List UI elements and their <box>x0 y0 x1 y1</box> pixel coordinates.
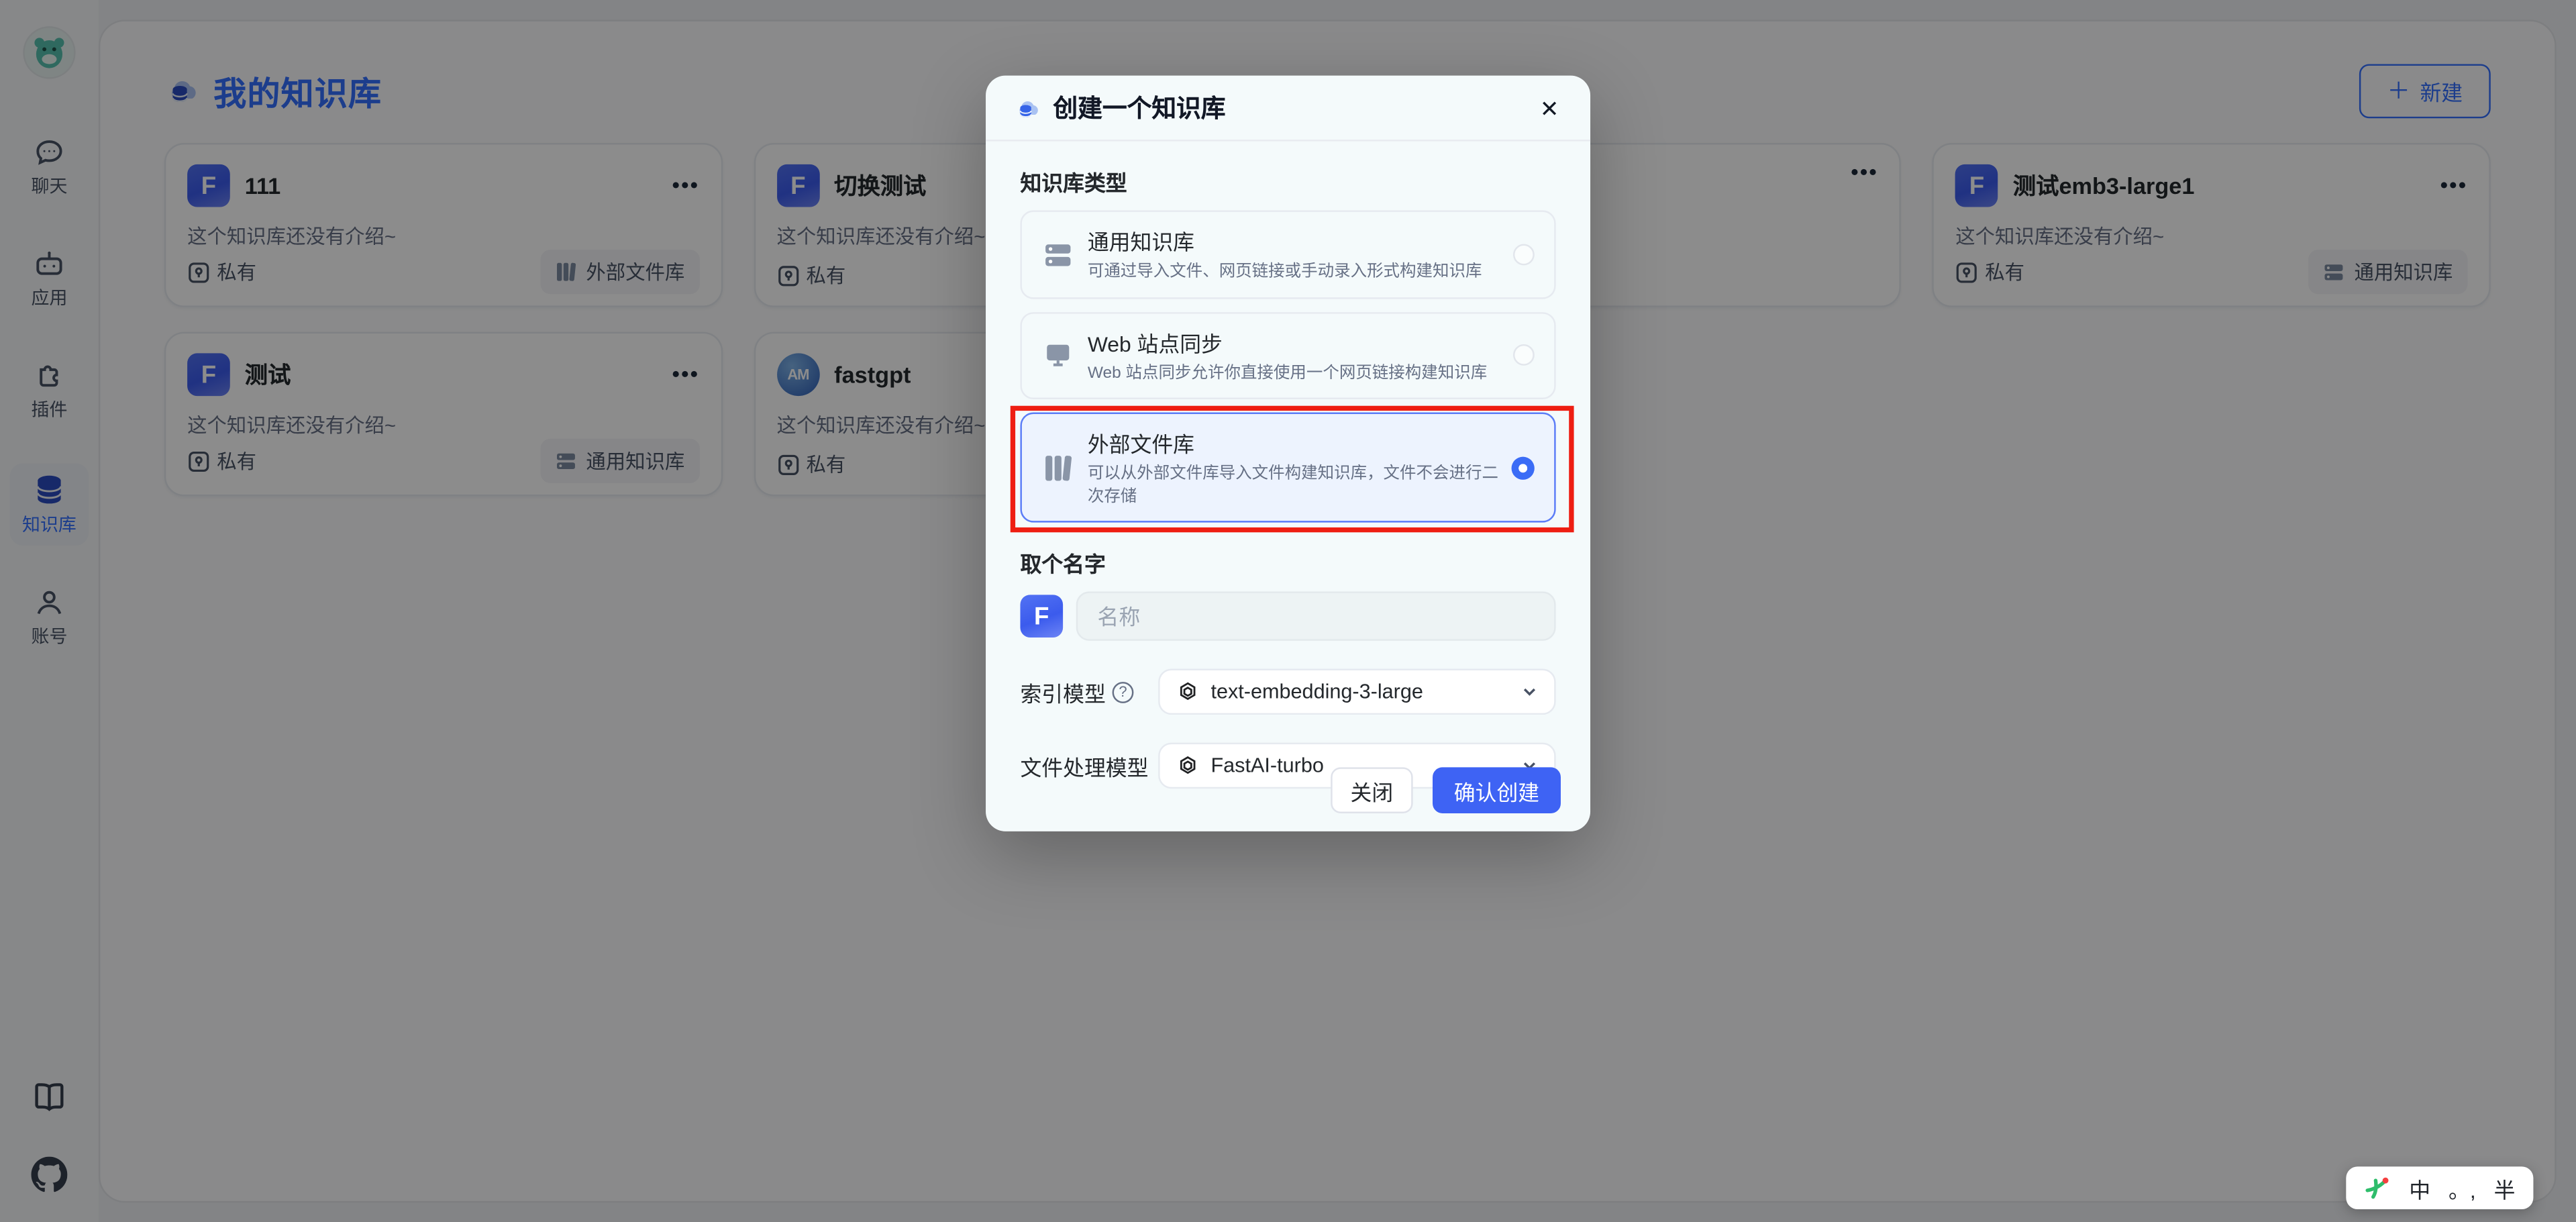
ime-punct-mode: 。, <box>2449 1172 2476 1204</box>
modal-footer: 关闭 确认创建 <box>986 767 1590 813</box>
option-title: Web 站点同步 <box>1088 326 1487 358</box>
radio-selected[interactable] <box>1512 456 1535 478</box>
columns-icon <box>1043 453 1076 482</box>
index-model-label: 索引模型 ? <box>1020 676 1133 708</box>
help-icon[interactable]: ? <box>1113 681 1134 703</box>
ime-logo-icon <box>2365 1175 2391 1201</box>
modal-body: 知识库类型 通用知识库 可通过导入文件、网页链接或手动录入形式构建知识库 Web… <box>986 166 1590 788</box>
option-general-dataset[interactable]: 通用知识库 可通过导入文件、网页链接或手动录入形式构建知识库 <box>1020 210 1555 298</box>
index-model-value: text-embedding-3-large <box>1210 680 1423 703</box>
radio-unselected[interactable] <box>1513 345 1535 366</box>
radio-unselected[interactable] <box>1513 244 1535 265</box>
dataset-avatar[interactable]: F <box>1020 595 1063 638</box>
openai-icon <box>1176 680 1199 703</box>
chevron-down-icon <box>1521 684 1537 700</box>
ime-lang-mode: 中 <box>2409 1172 2430 1204</box>
name-label: 取个名字 <box>1020 547 1555 578</box>
option-external-file[interactable]: 外部文件库 可以从外部文件库导入文件构建知识库，文件不会进行二次存储 <box>1020 413 1555 523</box>
cancel-button[interactable]: 关闭 <box>1331 767 1412 813</box>
index-model-select[interactable]: text-embedding-3-large <box>1158 668 1556 715</box>
confirm-create-button[interactable]: 确认创建 <box>1433 767 1561 813</box>
app-root: 聊天 应用 插件 <box>0 0 2576 1222</box>
dataset-cloud-icon <box>1014 95 1042 121</box>
option-desc: 可以从外部文件库导入文件构建知识库，文件不会进行二次存储 <box>1088 463 1502 507</box>
option-title: 通用知识库 <box>1088 225 1482 256</box>
dataset-type-label: 知识库类型 <box>1020 166 1555 197</box>
server-icon <box>1043 240 1076 269</box>
close-icon[interactable]: ✕ <box>1537 93 1563 122</box>
modal-title: 创建一个知识库 <box>1053 91 1225 125</box>
option-title: 外部文件库 <box>1088 427 1502 459</box>
create-dataset-modal: 创建一个知识库 ✕ 知识库类型 通用知识库 可通过导入文件、网页链接或手动录入形… <box>986 76 1590 831</box>
option-desc: 可通过导入文件、网页链接或手动录入形式构建知识库 <box>1088 261 1482 283</box>
monitor-icon <box>1043 340 1076 370</box>
ime-status-bar[interactable]: 中 。, 半 <box>2347 1166 2533 1209</box>
modal-header: 创建一个知识库 ✕ <box>986 76 1590 142</box>
ime-width-mode: 半 <box>2494 1172 2516 1204</box>
option-web-sync[interactable]: Web 站点同步 Web 站点同步允许你直接使用一个网页链接构建知识库 <box>1020 311 1555 399</box>
option-desc: Web 站点同步允许你直接使用一个网页链接构建知识库 <box>1088 362 1487 385</box>
name-input[interactable] <box>1076 591 1556 640</box>
